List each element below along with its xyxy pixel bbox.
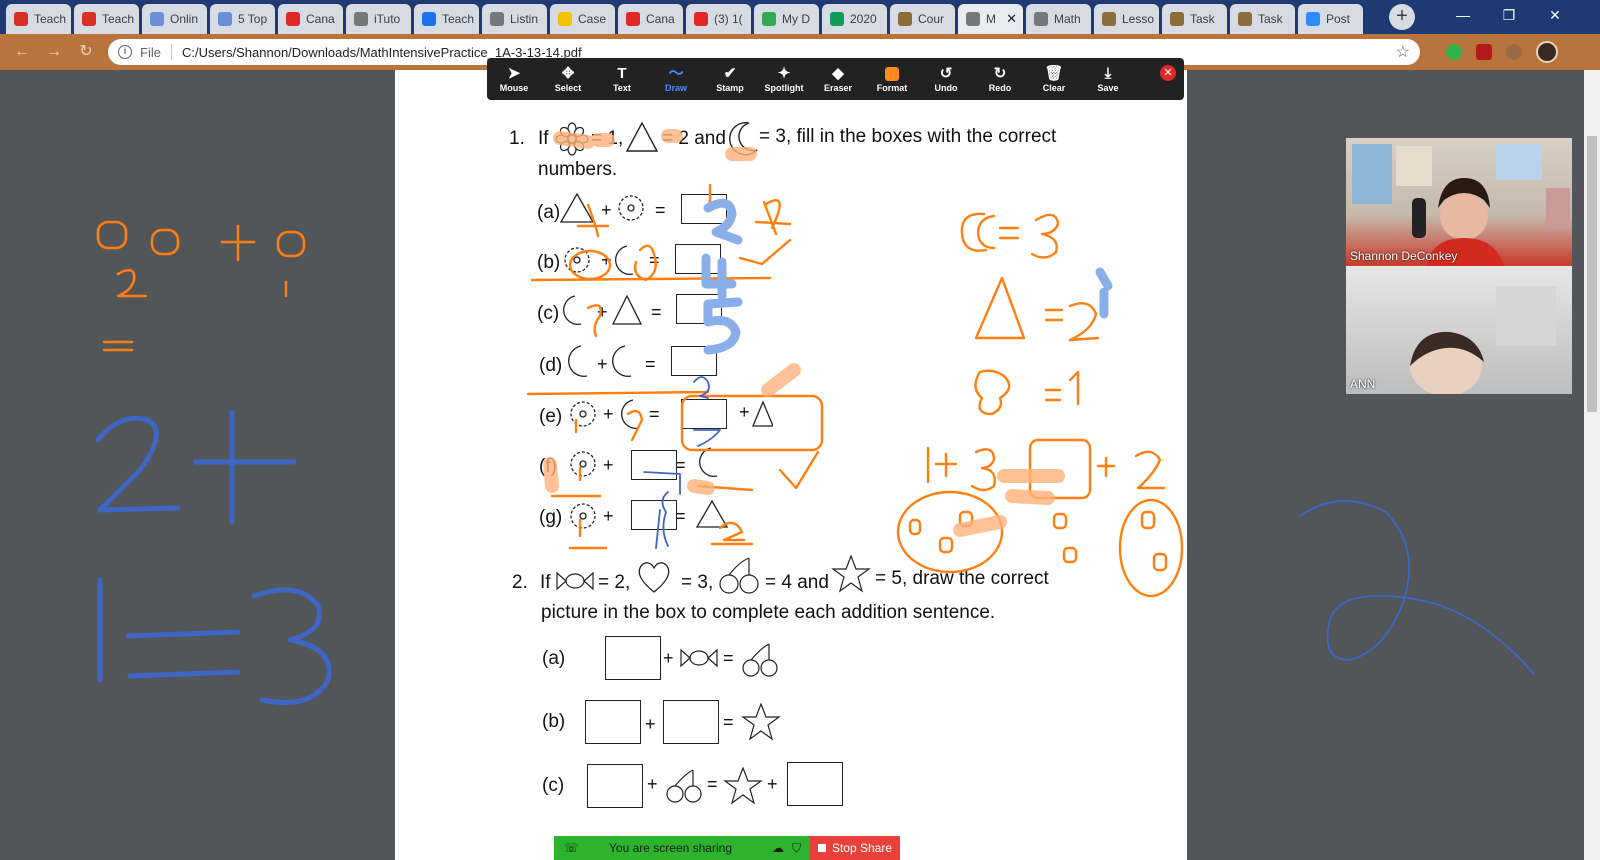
text-icon: T [617,65,627,82]
close-annotation-icon[interactable]: ✕ [1160,65,1176,81]
annotation-tool-stamp[interactable]: ✔ Stamp [703,58,757,100]
eraser-icon: ◆ [832,65,844,82]
video-tile-student[interactable]: ANN [1346,266,1572,394]
stop-share-label: Stop Share [831,841,893,855]
stop-share-button[interactable]: Stop Share [810,836,900,860]
orange-notes-right [896,212,1184,598]
annotation-tool-label: Format [876,83,908,93]
annotation-tool-label: Undo [934,83,958,93]
annotation-tool-label: Stamp [716,83,744,93]
check-icon: ✔ [723,65,737,82]
sharing-status-text: You are screen sharing [609,841,732,855]
annotation-toolbar: ➤ Mouse ✥ Select T Text 〜 Draw ✔ Stamp ✦ Spotlight ◆… [487,58,1184,100]
participant-name-host: Shannon DeConkey [1350,249,1458,263]
annotation-tool-label: Spotlight [764,83,804,93]
annotation-tool-label: Save [1097,83,1119,93]
screen: Teach Teach Onlin 5 Top Cana iTuto Teach Listin… [0,0,1600,860]
video-frame [1352,144,1570,266]
annotation-tool-text[interactable]: T Text [595,58,649,100]
annotation-tool-select[interactable]: ✥ Select [541,58,595,100]
annotation-tool-save[interactable]: ⤓ Save [1081,58,1135,100]
video-frame [1410,286,1556,394]
annotation-drawings [95,129,1535,705]
annotation-tool-label: Select [554,83,582,93]
page-scrollbar[interactable] [1584,70,1600,860]
cloud-icon: ☁ [772,841,784,855]
blue-handwriting-left [95,409,332,705]
orange-highlights [543,129,1065,537]
stop-square-icon [817,844,826,852]
shield-icon: ⛉ [792,840,802,855]
orange-worksheet-marks [526,183,824,550]
screen-share-bar: ☏ You are screen sharing ☁ ⛉ Stop Share [554,836,900,860]
annotation-tool-format[interactable]: Format [865,58,919,100]
annotation-tool-label: Redo [988,83,1012,93]
scrollbar-thumb[interactable] [1587,136,1597,412]
trash-icon: 🗑 [1044,65,1064,82]
annotation-tool-label: Text [613,83,631,93]
light-blue-marks [701,198,1113,355]
annotation-tool-draw[interactable]: 〜 Draw [649,58,703,100]
video-tile-host[interactable]: Shannon DeConkey [1346,138,1572,266]
cursor-icon: ➤ [507,65,521,82]
spotlight-icon: ✦ [777,65,791,82]
participant-name-student: ANN [1350,377,1376,391]
draw-icon: 〜 [668,65,684,82]
redo-icon: ↻ [993,65,1007,82]
annotation-tool-label: Draw [664,83,687,93]
undo-icon: ↺ [939,65,953,82]
format-color-icon [885,67,899,81]
annotation-tool-mouse[interactable]: ➤ Mouse [487,58,541,100]
annotation-tool-label: Clear [1042,83,1066,93]
annotation-tool-redo[interactable]: ↻ Redo [973,58,1027,100]
move-icon: ✥ [561,65,575,82]
save-icon: ⤓ [1104,65,1112,82]
phone-icon: ☏ [564,841,580,855]
orange-scribbles-left [96,220,306,352]
annotation-tool-eraser[interactable]: ◆ Eraser [811,58,865,100]
annotation-tool-spotlight[interactable]: ✦ Spotlight [757,58,811,100]
sharing-status[interactable]: ☏ You are screen sharing ☁ ⛉ [554,836,810,860]
blue-loop-right [1299,500,1535,675]
annotation-tool-clear[interactable]: 🗑 Clear [1027,58,1081,100]
annotation-tool-label: Mouse [499,83,529,93]
annotation-tool-undo[interactable]: ↺ Undo [919,58,973,100]
annotation-tool-label: Eraser [823,83,853,93]
